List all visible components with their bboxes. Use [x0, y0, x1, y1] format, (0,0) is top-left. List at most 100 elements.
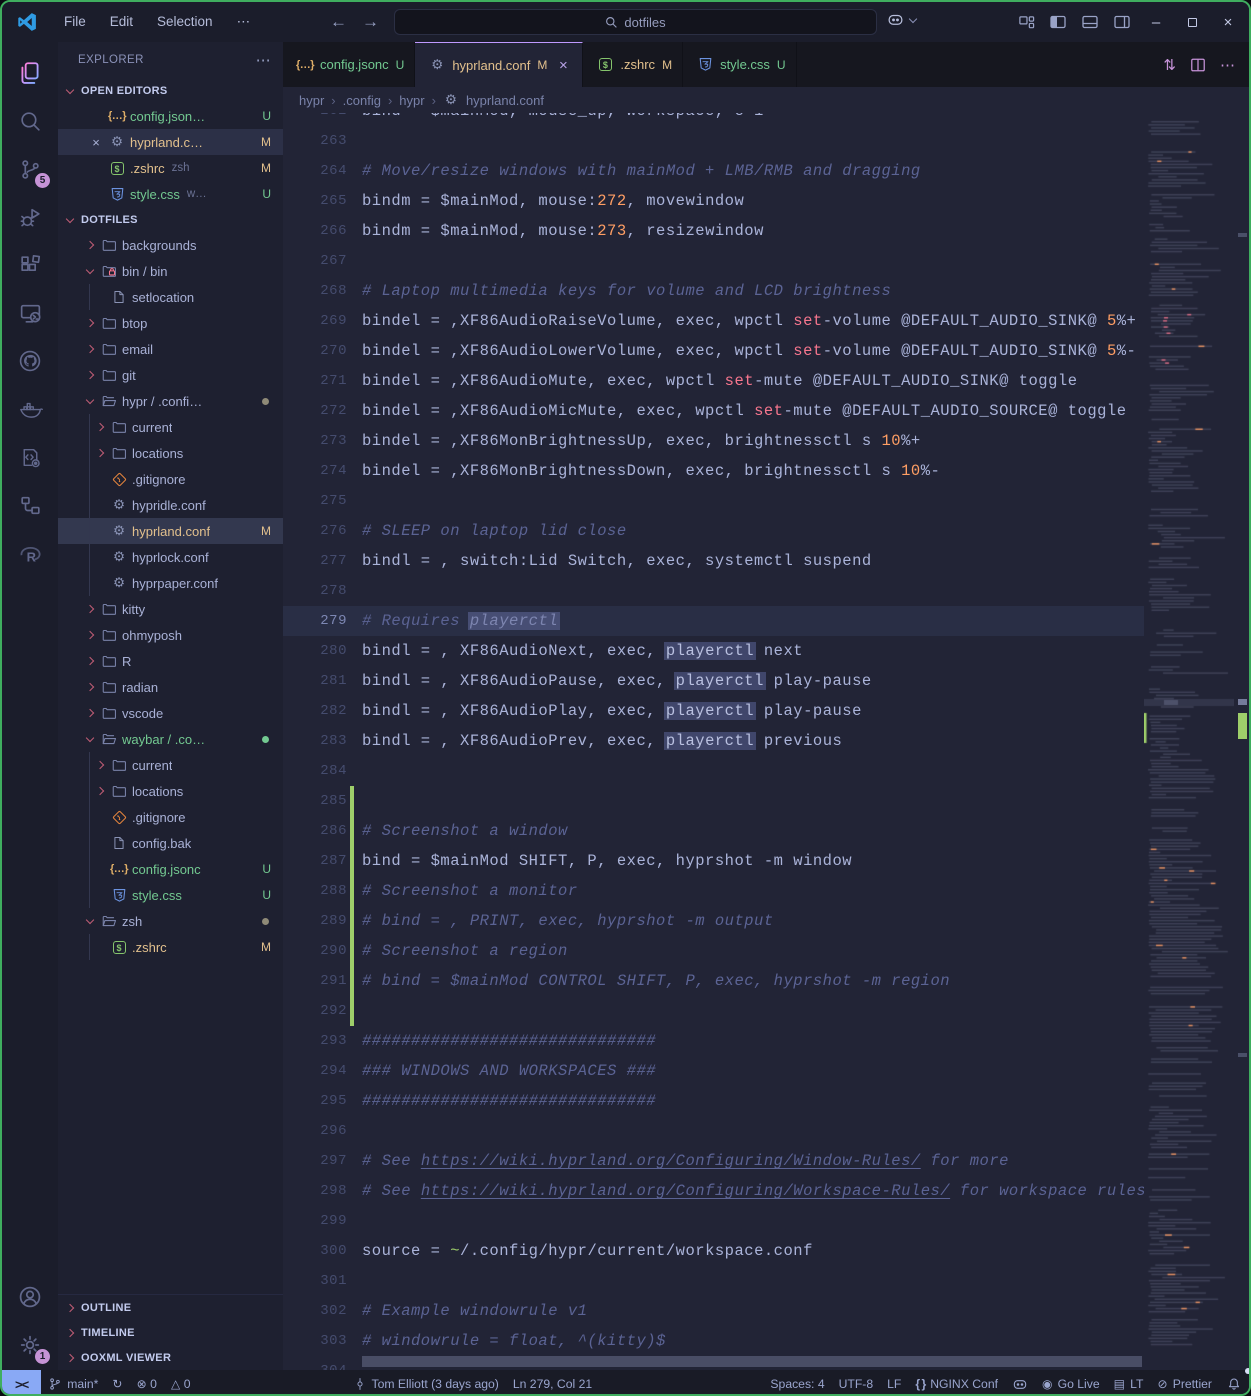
code-line-273[interactable]: 273bindel = ,XF86MonBrightnessUp, exec, … [283, 426, 1144, 456]
tree-item-bin-bin[interactable]: bin / bin [58, 258, 283, 284]
tree-item--zshrc[interactable]: $.zshrcM [58, 934, 283, 960]
toggle-primary-sidebar-icon[interactable] [1047, 11, 1069, 33]
code-line-274[interactable]: 274bindel = ,XF86MonBrightnessDown, exec… [283, 456, 1144, 486]
activity-item-r-lang[interactable]: R [6, 530, 54, 576]
code-line-278[interactable]: 278 [283, 576, 1144, 606]
code-editor[interactable]: 262bind = $mainMod, mouse_up, workspace,… [283, 113, 1249, 1370]
nav-forward-arrow[interactable]: → [362, 2, 379, 42]
twistie-icon[interactable] [96, 761, 104, 769]
tree-item-hypr-confi-[interactable]: hypr / .confi… [58, 388, 283, 414]
status-go-live[interactable]: ◉Go Live [1035, 1370, 1107, 1396]
twistie-icon[interactable] [86, 605, 94, 613]
code-line-267[interactable]: 267 [283, 246, 1144, 276]
tree-item-r[interactable]: R [58, 648, 283, 674]
code-line-266[interactable]: 266bindm = $mainMod, mouse:273, resizewi… [283, 216, 1144, 246]
code-line-295[interactable]: 295############################## [283, 1086, 1144, 1116]
tab-hyprland-conf[interactable]: ⚙hyprland.confM× [415, 42, 583, 87]
customize-layout-icon[interactable] [1015, 11, 1037, 33]
twistie-icon[interactable] [86, 631, 94, 639]
tree-item-radian[interactable]: radian [58, 674, 283, 700]
code-line-296[interactable]: 296 [283, 1116, 1144, 1146]
breadcrumb-file[interactable]: hyprland.conf [466, 93, 544, 108]
code-line-288[interactable]: 288# Screenshot a monitor [283, 876, 1144, 906]
twistie-icon[interactable] [96, 787, 104, 795]
code-line-282[interactable]: 282bindl = , XF86AudioPlay, exec, player… [283, 696, 1144, 726]
code-line-290[interactable]: 290# Screenshot a region [283, 936, 1144, 966]
overview-ruler[interactable] [1234, 113, 1249, 1370]
minimap[interactable] [1144, 113, 1234, 1370]
breadcrumb-item[interactable]: hypr [299, 93, 324, 108]
close-tab-icon[interactable]: × [554, 56, 572, 74]
activity-item-accounts[interactable] [6, 1274, 54, 1320]
code-line-292[interactable]: 292 [283, 996, 1144, 1026]
section-outline[interactable]: OUTLINE [58, 1295, 283, 1320]
breadcrumb-item[interactable]: .config [343, 93, 381, 108]
tree-item-current[interactable]: current [58, 414, 283, 440]
explorer-more-actions-icon[interactable]: ⋯ [256, 51, 271, 69]
status-warnings[interactable]: △ 0 [164, 1370, 198, 1396]
open-editor-item[interactable]: $.zshrczshM [58, 155, 283, 181]
code-line-284[interactable]: 284 [283, 756, 1144, 786]
dotfiles-header[interactable]: DOTFILES [58, 207, 283, 232]
status-git-blame[interactable]: Tom Elliott (3 days ago) [346, 1370, 506, 1396]
activity-item-explorer[interactable] [6, 50, 54, 96]
status-indentation[interactable]: Spaces: 4 [763, 1370, 831, 1396]
tree-item-btop[interactable]: btop [58, 310, 283, 336]
code-line-270[interactable]: 270bindel = ,XF86AudioLowerVolume, exec,… [283, 336, 1144, 366]
code-line-262[interactable]: 262bind = $mainMod, mouse_up, workspace,… [283, 113, 1144, 126]
status-eol[interactable]: LF [880, 1370, 908, 1396]
close-editor-icon[interactable]: × [88, 135, 104, 150]
activity-item-search[interactable] [6, 98, 54, 144]
twistie-icon[interactable] [86, 657, 94, 665]
tree-item-config-bak[interactable]: config.bak [58, 830, 283, 856]
command-center-search[interactable]: dotfiles [394, 9, 877, 35]
code-line-276[interactable]: 276# SLEEP on laptop lid close [283, 516, 1144, 546]
tree-item-locations[interactable]: locations [58, 440, 283, 466]
code-line-291[interactable]: 291# bind = $mainMod CONTROL SHIFT, P, e… [283, 966, 1144, 996]
code-line-271[interactable]: 271bindel = ,XF86AudioMute, exec, wpctl … [283, 366, 1144, 396]
status-notifications[interactable] [1219, 1370, 1249, 1396]
code-line-286[interactable]: 286# Screenshot a window [283, 816, 1144, 846]
tree-item-ohmyposh[interactable]: ohmyposh [58, 622, 283, 648]
tree-item-locations[interactable]: locations [58, 778, 283, 804]
code-line-300[interactable]: 300source = ~/.config/hypr/current/works… [283, 1236, 1144, 1266]
status-encoding[interactable]: UTF-8 [832, 1370, 881, 1396]
section-ooxml-viewer[interactable]: OOXML VIEWER [58, 1345, 283, 1370]
code-line-268[interactable]: 268# Laptop multimedia keys for volume a… [283, 276, 1144, 306]
code-line-275[interactable]: 275 [283, 486, 1144, 516]
open-editor-item[interactable]: ×⚙hyprland.c…M [58, 129, 283, 155]
twistie-icon[interactable] [96, 449, 104, 457]
twistie-icon[interactable] [86, 319, 94, 327]
twistie-icon[interactable] [86, 371, 94, 379]
tree-item-zsh[interactable]: zsh [58, 908, 283, 934]
activity-item-settings[interactable]: 1 [6, 1322, 54, 1368]
status-prettier[interactable]: ⊘Prettier [1150, 1370, 1219, 1396]
maximize-button[interactable] [1179, 9, 1205, 35]
code-line-277[interactable]: 277bindl = , switch:Lid Switch, exec, sy… [283, 546, 1144, 576]
tree-item-current[interactable]: current [58, 752, 283, 778]
code-line-287[interactable]: 287bind = $mainMod SHIFT, P, exec, hyprs… [283, 846, 1144, 876]
minimize-button[interactable]: – [1143, 9, 1169, 35]
tree-item-hyprlock-conf[interactable]: ⚙hyprlock.conf [58, 544, 283, 570]
activity-item-hierarchy[interactable] [6, 482, 54, 528]
tree-item-vscode[interactable]: vscode [58, 700, 283, 726]
code-line-301[interactable]: 301 [283, 1266, 1144, 1296]
tree-item-git[interactable]: git [58, 362, 283, 388]
code-line-293[interactable]: 293############################## [283, 1026, 1144, 1056]
code-line-281[interactable]: 281bindl = , XF86AudioPause, exec, playe… [283, 666, 1144, 696]
code-line-303[interactable]: 303# windowrule = float, ^(kitty)$ [283, 1326, 1144, 1356]
tree-item-hypridle-conf[interactable]: ⚙hypridle.conf [58, 492, 283, 518]
twistie-icon[interactable] [86, 266, 94, 274]
twistie-icon[interactable] [86, 396, 94, 404]
toggle-panel-icon[interactable] [1079, 11, 1101, 33]
status-errors[interactable]: ⊗ 0 [130, 1370, 164, 1396]
code-line-289[interactable]: 289# bind = , PRINT, exec, hyprshot -m o… [283, 906, 1144, 936]
tree-item--gitignore[interactable]: .gitignore [58, 804, 283, 830]
tree-item-hyprland-conf[interactable]: ⚙hyprland.confM [58, 518, 283, 544]
activity-item-github[interactable] [6, 338, 54, 384]
status-copilot[interactable] [1005, 1370, 1035, 1396]
activity-item-docker[interactable] [6, 386, 54, 432]
status-language-mode[interactable]: { }NGINX Conf [908, 1370, 1005, 1396]
activity-item-source-control[interactable]: 5 [6, 146, 54, 192]
tree-item-config-jsonc[interactable]: {…}config.jsoncU [58, 856, 283, 882]
